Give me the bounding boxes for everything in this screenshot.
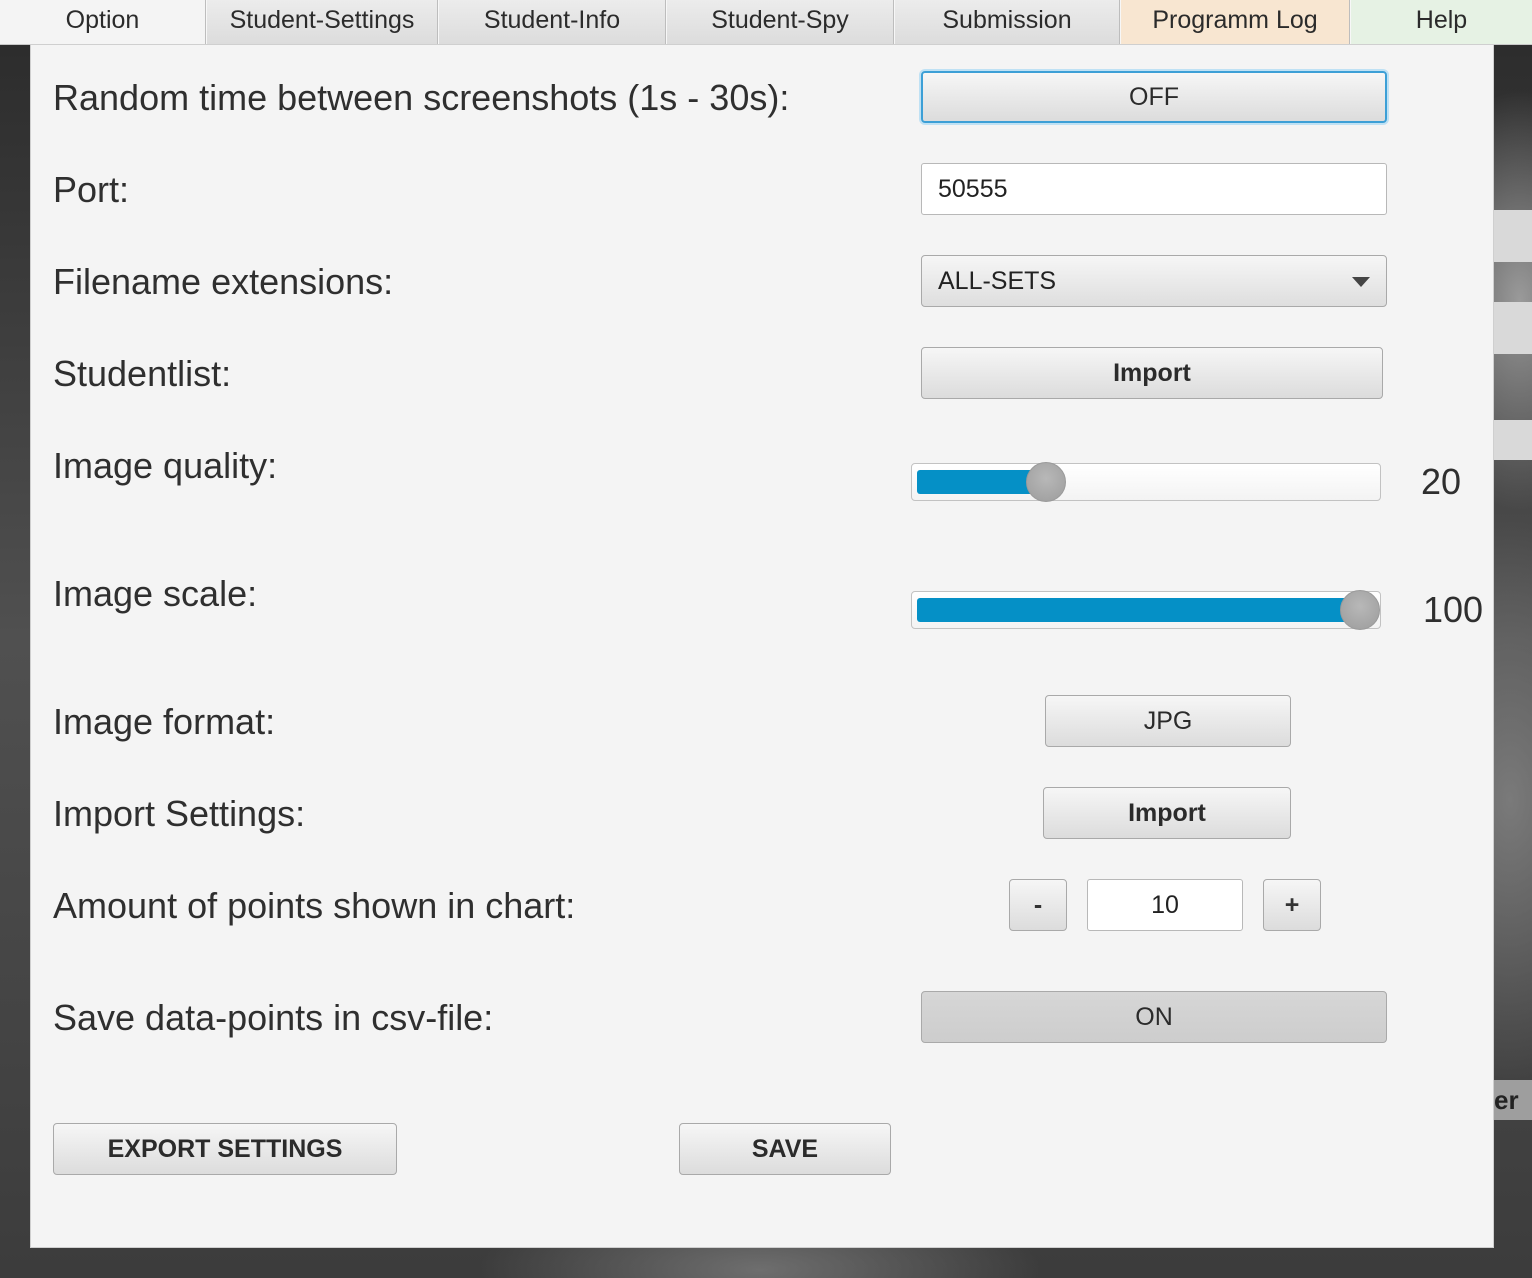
save-csv-toggle-button[interactable]: ON [921,991,1387,1043]
import-settings-label: Import Settings: [53,793,306,834]
settings-panel: Random time between screenshots (1s - 30… [30,44,1494,1248]
chevron-down-icon [1352,277,1370,287]
tab-programm-log[interactable]: Programm Log [1120,0,1350,44]
studentlist-label: Studentlist: [53,353,232,394]
background-window-text: er [1494,1080,1532,1120]
import-settings-button[interactable]: Import [1043,787,1291,839]
tab-option[interactable]: Option [0,0,206,44]
save-csv-label: Save data-points in csv-file: [53,997,494,1038]
image-quality-value: 20 [1421,461,1462,502]
slider-fill [917,598,1360,622]
tab-student-spy[interactable]: Student-Spy [666,0,894,44]
random-time-label: Random time between screenshots (1s - 30… [53,77,790,118]
image-scale-label: Image scale: [53,573,258,614]
image-scale-slider[interactable] [911,590,1381,630]
tab-submission[interactable]: Submission [894,0,1120,44]
filename-extensions-select[interactable]: ALL-SETS [921,255,1387,307]
image-quality-slider[interactable] [911,462,1381,502]
tab-bar: Option Student-Settings Student-Info Stu… [0,0,1532,45]
export-settings-button[interactable]: EXPORT SETTINGS [53,1123,397,1175]
chart-points-input[interactable]: 10 [1087,879,1243,931]
tab-student-info[interactable]: Student-Info [438,0,666,44]
image-quality-label: Image quality: [53,445,278,486]
port-input[interactable]: 50555 [921,163,1387,215]
chart-points-decrement-button[interactable]: - [1009,879,1067,931]
slider-thumb[interactable] [1340,590,1380,630]
chart-points-increment-button[interactable]: + [1263,879,1321,931]
image-scale-value: 100 [1423,589,1484,630]
chart-points-label: Amount of points shown in chart: [53,885,576,926]
background-window-strip [1494,420,1532,460]
tab-student-settings[interactable]: Student-Settings [206,0,438,44]
image-format-button[interactable]: JPG [1045,695,1291,747]
filename-extensions-value: ALL-SETS [938,267,1057,295]
background-window-strip [1494,302,1532,354]
slider-thumb[interactable] [1025,462,1066,502]
port-label: Port: [53,169,130,210]
filename-extensions-label: Filename extensions: [53,261,394,302]
random-time-toggle-button[interactable]: OFF [921,71,1387,123]
save-button[interactable]: SAVE [679,1123,891,1175]
tab-help[interactable]: Help [1350,0,1532,44]
background-window-strip [1494,210,1532,262]
studentlist-import-button[interactable]: Import [921,347,1383,399]
image-format-label: Image format: [53,701,276,742]
